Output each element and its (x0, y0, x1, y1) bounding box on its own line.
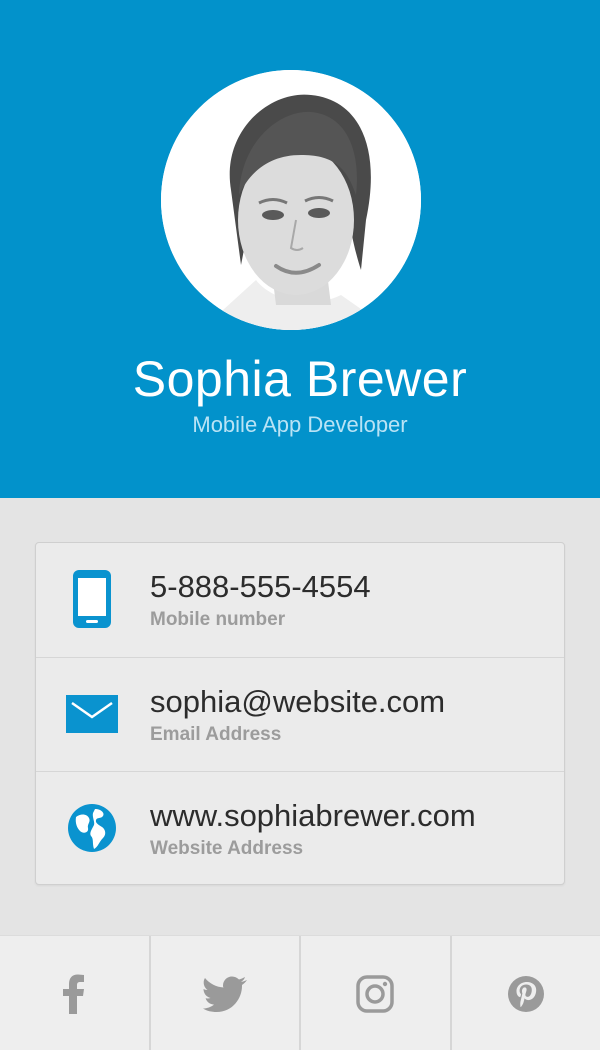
contact-card: 5-888-555-4554 Mobile number sophia@webs… (35, 542, 565, 885)
facebook-button[interactable] (0, 936, 151, 1050)
profile-role: Mobile App Developer (192, 412, 408, 437)
twitter-icon (202, 976, 247, 1012)
facebook-icon (63, 974, 85, 1014)
phone-value: 5-888-555-4554 (150, 569, 371, 604)
email-label: Email Address (150, 724, 282, 745)
contact-row-website[interactable]: www.sophiabrewer.com Website Address (36, 771, 564, 885)
phone-label: Mobile number (150, 609, 286, 630)
website-value: www.sophiabrewer.com (150, 798, 476, 833)
email-value: sophia@website.com (150, 684, 446, 719)
mail-icon (62, 684, 122, 744)
profile-header: Sophia Brewer Mobile App Developer (0, 0, 600, 498)
avatar (161, 70, 421, 330)
social-bar (0, 935, 600, 1050)
twitter-button[interactable] (151, 936, 301, 1050)
contact-row-email[interactable]: sophia@website.com Email Address (36, 657, 564, 771)
contact-row-phone[interactable]: 5-888-555-4554 Mobile number (36, 543, 564, 657)
globe-icon (62, 798, 122, 858)
website-label: Website Address (150, 838, 304, 859)
pinterest-button[interactable] (452, 936, 600, 1050)
pinterest-icon (507, 975, 544, 1012)
instagram-icon (356, 974, 394, 1013)
phone-icon (62, 569, 122, 629)
avatar-photo (161, 70, 421, 330)
instagram-button[interactable] (301, 936, 452, 1050)
profile-name: Sophia Brewer (132, 351, 468, 407)
